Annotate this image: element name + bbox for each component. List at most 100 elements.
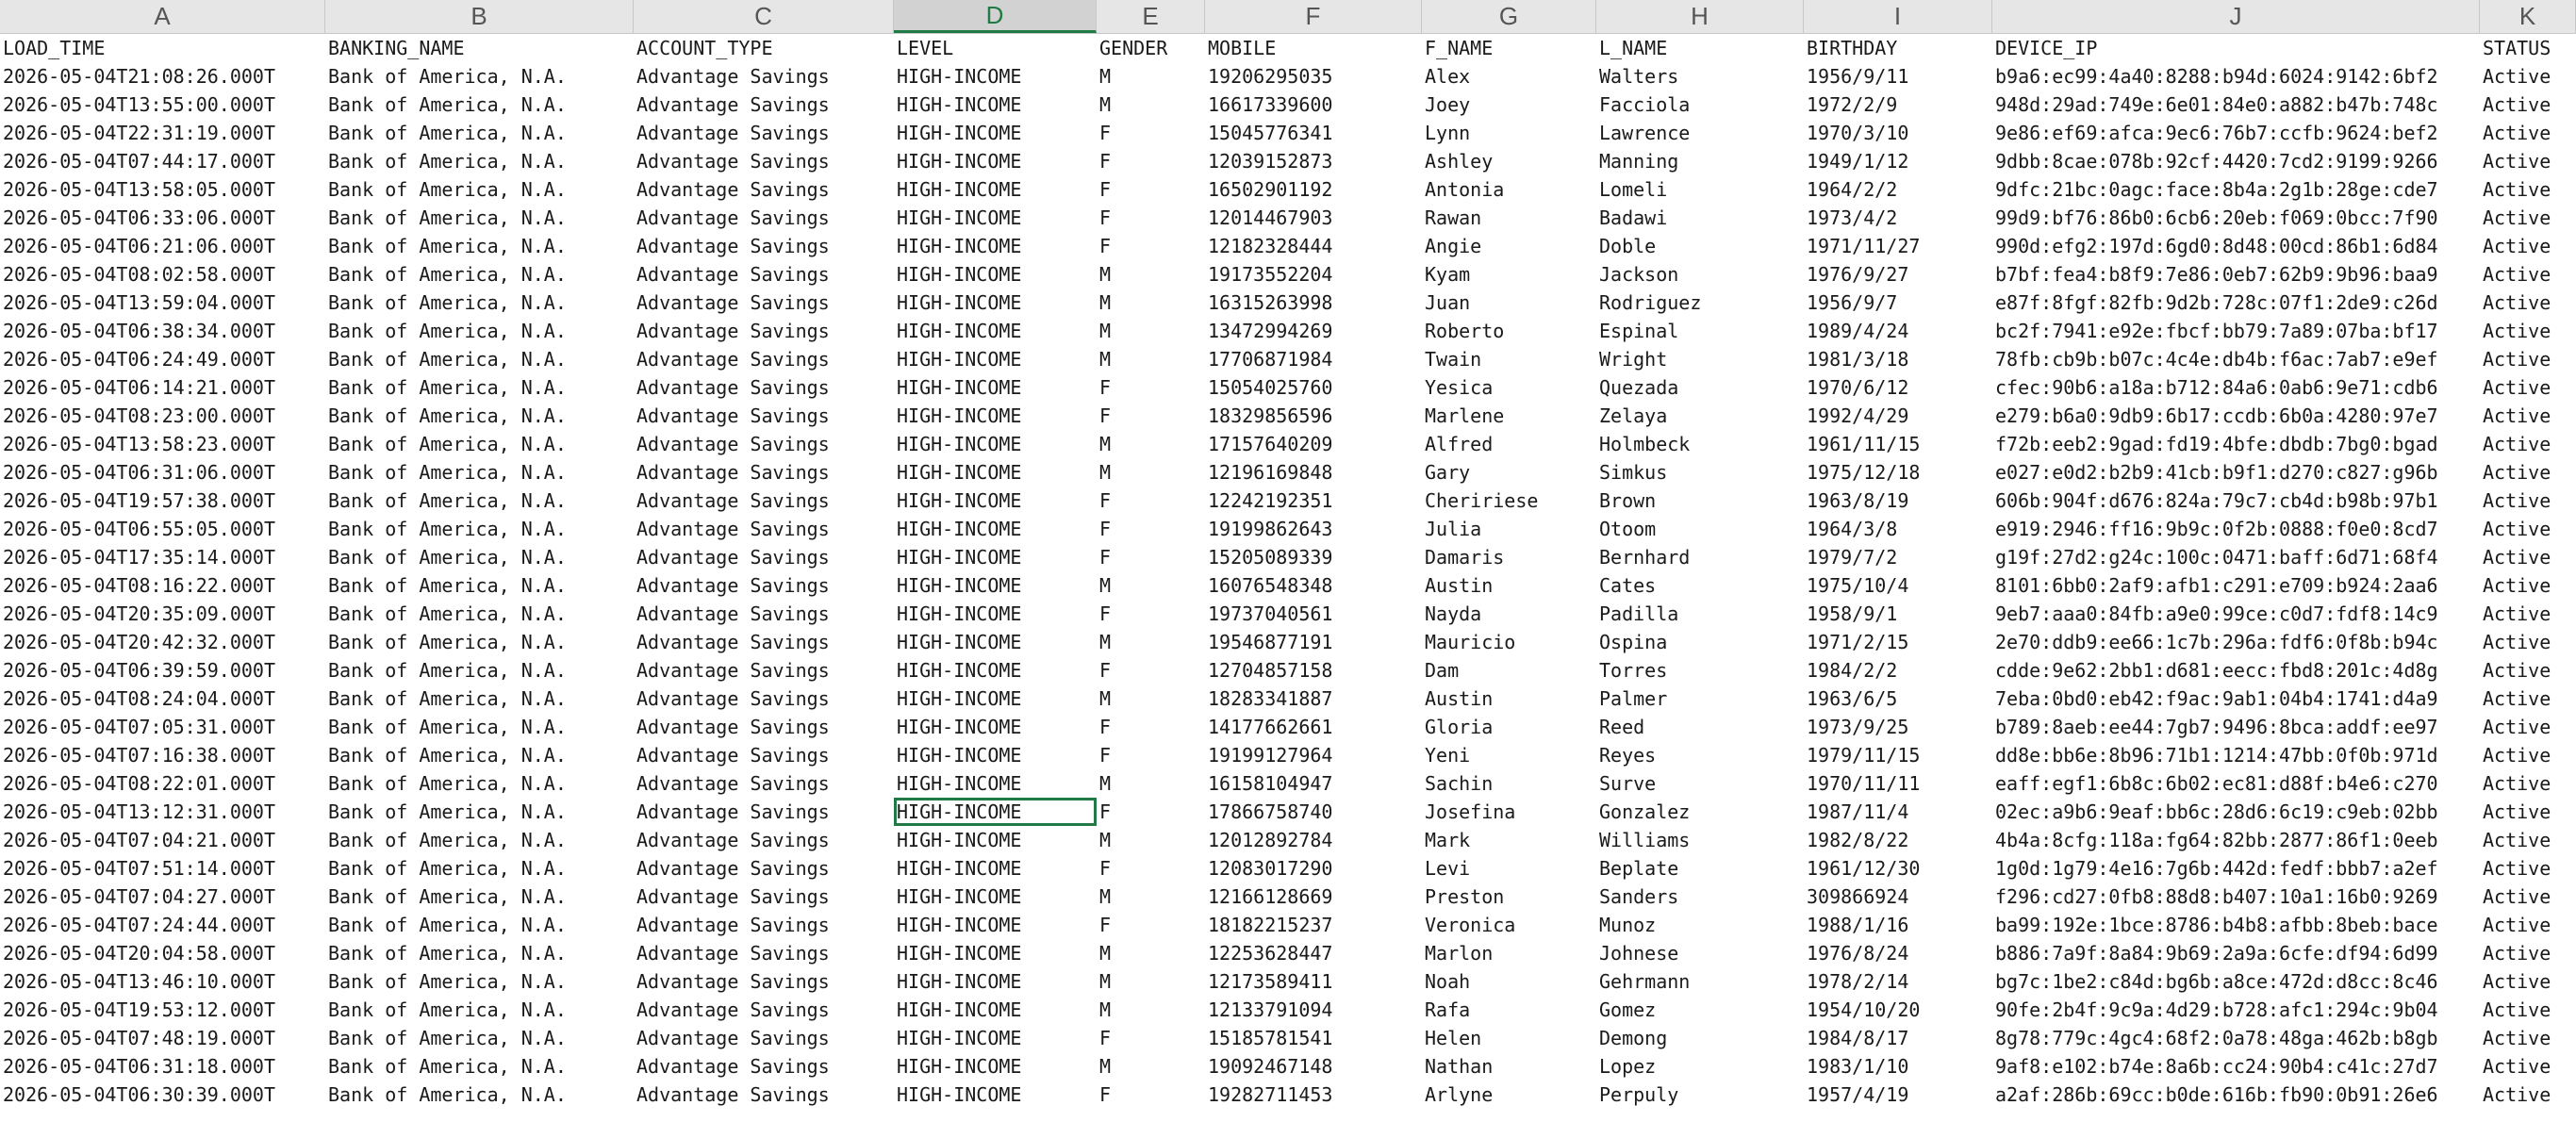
table-cell[interactable]: HIGH-INCOME (894, 91, 1097, 119)
table-cell[interactable]: Marlene (1422, 402, 1596, 430)
table-cell[interactable]: Active (2480, 175, 2576, 204)
table-cell[interactable]: HIGH-INCOME (894, 232, 1097, 260)
table-cell[interactable]: Active (2480, 826, 2576, 854)
table-cell[interactable]: Beplate (1596, 854, 1804, 883)
table-cell[interactable]: HIGH-INCOME (894, 826, 1097, 854)
table-cell[interactable]: 12182328444 (1205, 232, 1422, 260)
table-cell[interactable]: Active (2480, 656, 2576, 685)
table-cell[interactable]: 99d9:bf76:86b0:6cb6:20eb:f069:0bcc:7f90 (1992, 204, 2480, 232)
table-cell[interactable]: Advantage Savings (634, 345, 894, 373)
table-cell[interactable]: HIGH-INCOME (894, 854, 1097, 883)
table-cell[interactable]: Advantage Savings (634, 1081, 894, 1109)
table-cell[interactable]: M (1097, 939, 1205, 967)
column-header-h[interactable]: H (1596, 0, 1804, 33)
table-cell[interactable]: 1973/9/25 (1804, 713, 1992, 741)
table-cell[interactable]: 7eba:0bd0:eb42:f9ac:9ab1:04b4:1741:d4a9 (1992, 685, 2480, 713)
table-cell[interactable]: HIGH-INCOME (894, 1052, 1097, 1081)
header-cell[interactable]: STATUS (2480, 34, 2576, 62)
table-cell[interactable]: e279:b6a0:9db9:6b17:ccdb:6b0a:4280:97e7 (1992, 402, 2480, 430)
table-cell[interactable]: Bank of America, N.A. (325, 515, 634, 543)
table-cell[interactable]: Active (2480, 204, 2576, 232)
table-cell[interactable]: Doble (1596, 232, 1804, 260)
table-cell[interactable]: 15045776341 (1205, 119, 1422, 147)
table-cell[interactable]: Bank of America, N.A. (325, 402, 634, 430)
table-cell[interactable]: 14177662661 (1205, 713, 1422, 741)
table-cell[interactable]: Active (2480, 430, 2576, 458)
table-cell[interactable]: Bank of America, N.A. (325, 317, 634, 345)
table-cell[interactable]: Palmer (1596, 685, 1804, 713)
header-cell[interactable]: DEVICE_IP (1992, 34, 2480, 62)
table-cell[interactable]: 1949/1/12 (1804, 147, 1992, 175)
table-cell[interactable]: 2026-05-04T07:16:38.000T (0, 741, 325, 769)
table-cell[interactable]: Espinal (1596, 317, 1804, 345)
table-cell[interactable]: Advantage Savings (634, 685, 894, 713)
table-cell[interactable]: HIGH-INCOME (894, 289, 1097, 317)
table-cell[interactable]: 02ec:a9b6:9eaf:bb6c:28d6:6c19:c9eb:02bb (1992, 798, 2480, 826)
table-cell[interactable]: Advantage Savings (634, 119, 894, 147)
table-cell[interactable]: Rodriguez (1596, 289, 1804, 317)
table-cell[interactable]: 2026-05-04T13:12:31.000T (0, 798, 325, 826)
table-cell[interactable]: 1992/4/29 (1804, 402, 1992, 430)
table-cell[interactable]: HIGH-INCOME (894, 571, 1097, 600)
table-cell[interactable]: HIGH-INCOME (894, 175, 1097, 204)
table-cell[interactable]: Active (2480, 147, 2576, 175)
table-cell[interactable]: 1987/11/4 (1804, 798, 1992, 826)
table-cell[interactable]: Bank of America, N.A. (325, 147, 634, 175)
table-cell[interactable]: Jackson (1596, 260, 1804, 289)
table-cell[interactable]: 1984/8/17 (1804, 1024, 1992, 1052)
table-cell[interactable]: 309866924 (1804, 883, 1992, 911)
table-cell[interactable]: Helen (1422, 1024, 1596, 1052)
table-cell[interactable]: bg7c:1be2:c84d:bg6b:a8ce:472d:d8cc:8c46 (1992, 967, 2480, 996)
table-cell[interactable]: Active (2480, 119, 2576, 147)
table-cell[interactable]: Advantage Savings (634, 1052, 894, 1081)
table-cell[interactable]: Bank of America, N.A. (325, 741, 634, 769)
table-cell[interactable]: Sanders (1596, 883, 1804, 911)
table-cell[interactable]: 2026-05-04T20:04:58.000T (0, 939, 325, 967)
table-cell[interactable]: Ashley (1422, 147, 1596, 175)
table-cell[interactable]: 12014467903 (1205, 204, 1422, 232)
table-cell[interactable]: Bank of America, N.A. (325, 996, 634, 1024)
table-cell[interactable]: 2026-05-04T06:30:39.000T (0, 1081, 325, 1109)
table-cell[interactable]: Active (2480, 769, 2576, 798)
table-cell[interactable]: HIGH-INCOME (894, 741, 1097, 769)
table-cell[interactable]: F (1097, 119, 1205, 147)
table-cell[interactable]: cfec:90b6:a18a:b712:84a6:0ab6:9e71:cdb6 (1992, 373, 2480, 402)
table-cell[interactable]: Advantage Savings (634, 487, 894, 515)
table-cell[interactable]: HIGH-INCOME (894, 1081, 1097, 1109)
table-cell[interactable]: Johnese (1596, 939, 1804, 967)
table-cell[interactable]: HIGH-INCOME (894, 458, 1097, 487)
table-cell[interactable]: M (1097, 430, 1205, 458)
table-cell[interactable]: Advantage Savings (634, 289, 894, 317)
table-cell[interactable]: Bank of America, N.A. (325, 769, 634, 798)
table-cell[interactable]: 2e70:ddb9:ee66:1c7b:296a:fdf6:0f8b:b94c (1992, 628, 2480, 656)
table-cell[interactable]: M (1097, 826, 1205, 854)
table-cell[interactable]: F (1097, 854, 1205, 883)
table-cell[interactable]: Advantage Savings (634, 826, 894, 854)
table-cell[interactable]: 2026-05-04T20:35:09.000T (0, 600, 325, 628)
table-cell[interactable]: f72b:eeb2:9gad:fd19:4bfe:dbdb:7bg0:bgad (1992, 430, 2480, 458)
table-cell[interactable]: HIGH-INCOME (894, 204, 1097, 232)
table-cell[interactable]: 17706871984 (1205, 345, 1422, 373)
table-cell[interactable]: HIGH-INCOME (894, 487, 1097, 515)
table-cell[interactable]: 2026-05-04T13:58:05.000T (0, 175, 325, 204)
table-cell[interactable]: 12242192351 (1205, 487, 1422, 515)
table-cell[interactable]: 1956/9/11 (1804, 62, 1992, 91)
column-header-g[interactable]: G (1422, 0, 1596, 33)
table-cell[interactable]: HIGH-INCOME (894, 543, 1097, 571)
table-cell[interactable]: Veronica (1422, 911, 1596, 939)
table-cell[interactable]: HIGH-INCOME (894, 1024, 1097, 1052)
table-cell[interactable]: HIGH-INCOME (894, 967, 1097, 996)
table-cell[interactable]: M (1097, 91, 1205, 119)
column-header-f[interactable]: F (1205, 0, 1422, 33)
table-cell[interactable]: 2026-05-04T06:31:06.000T (0, 458, 325, 487)
table-cell[interactable]: Lynn (1422, 119, 1596, 147)
table-cell[interactable]: 1979/7/2 (1804, 543, 1992, 571)
table-cell[interactable]: Arlyne (1422, 1081, 1596, 1109)
table-cell[interactable]: Perpuly (1596, 1081, 1804, 1109)
table-cell[interactable]: Advantage Savings (634, 769, 894, 798)
table-cell[interactable]: 2026-05-04T06:38:34.000T (0, 317, 325, 345)
table-cell[interactable]: 1957/4/19 (1804, 1081, 1992, 1109)
header-cell[interactable]: BANKING_NAME (325, 34, 634, 62)
table-cell[interactable]: M (1097, 769, 1205, 798)
table-cell[interactable]: F (1097, 656, 1205, 685)
